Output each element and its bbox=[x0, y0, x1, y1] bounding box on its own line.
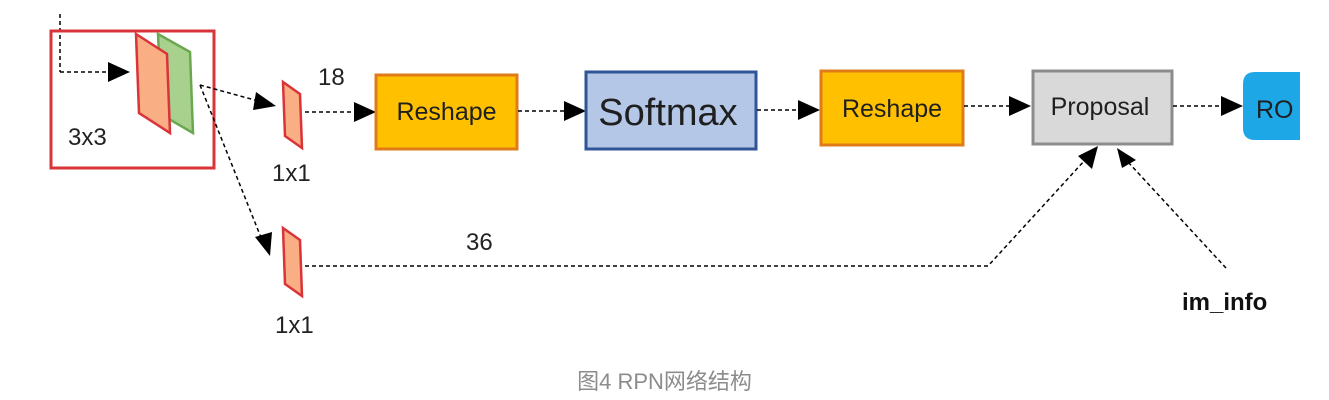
branch2-to-proposal-line bbox=[305, 146, 1098, 267]
arrow-to-reshape1 bbox=[305, 102, 376, 122]
diagram-canvas: 3x3 1x1 18 1x1 36 Reshape Softmax Reshap… bbox=[49, 14, 1300, 339]
branch1-arrow bbox=[199, 84, 276, 110]
arrow-to-softmax bbox=[518, 101, 586, 121]
reshape2-label: Reshape bbox=[842, 95, 942, 123]
im-info-label: im_info bbox=[1182, 289, 1267, 316]
figure-caption: 图4 RPN网络结构 bbox=[577, 369, 752, 394]
branch1-kernel-label: 1x1 bbox=[272, 160, 311, 187]
proposal-label: Proposal bbox=[1051, 93, 1150, 121]
input-arrow bbox=[59, 14, 130, 82]
branch2-kernel-label: 1x1 bbox=[275, 312, 314, 339]
branch1-slab bbox=[281, 79, 304, 151]
branch2-channels-label: 36 bbox=[466, 229, 493, 256]
rpn-diagram: 3x3 1x1 18 1x1 36 Reshape Softmax Reshap… bbox=[0, 0, 1329, 400]
conv-kernel-label: 3x3 bbox=[68, 124, 107, 151]
reshape1-label: Reshape bbox=[396, 98, 496, 126]
branch1-channels-label: 18 bbox=[318, 64, 345, 91]
branch2-slab bbox=[281, 225, 304, 299]
im-info-to-proposal-line bbox=[1117, 148, 1227, 269]
arrow-to-roi bbox=[1173, 96, 1243, 116]
softmax-label: Softmax bbox=[598, 92, 737, 134]
arrow-to-proposal bbox=[964, 96, 1031, 116]
roi-label: RO bbox=[1256, 96, 1294, 124]
branch2-arrow bbox=[199, 84, 272, 256]
arrow-to-reshape2 bbox=[757, 100, 820, 120]
